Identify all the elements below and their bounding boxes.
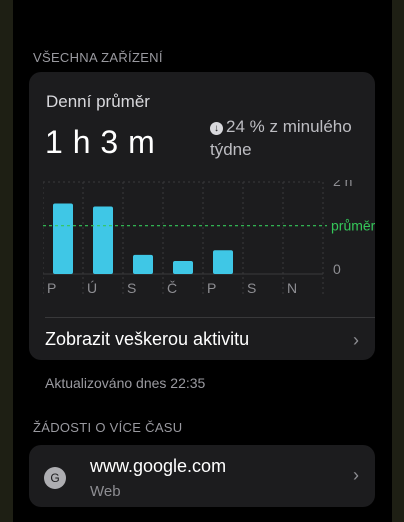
weekly-change-text: 24 % z minulého týdne: [210, 117, 352, 159]
x-tick-label: P: [47, 280, 56, 296]
updated-timestamp: Aktualizováno dnes 22:35: [45, 375, 206, 391]
request-subtitle: Web: [90, 483, 121, 500]
chevron-right-icon: ›: [353, 330, 359, 350]
y-tick-label-zero: 0: [333, 261, 341, 277]
left-edge: [0, 0, 13, 522]
request-title: www.google.com: [90, 456, 227, 476]
y-tick-label-top: 2 h: [333, 180, 352, 189]
x-tick-label: Č: [167, 280, 177, 296]
bar-2: [133, 254, 153, 274]
daily-average-label: Denní průměr: [46, 92, 150, 111]
x-tick-label: Ú: [87, 280, 97, 296]
usage-chart-svg: průměr 2 h 0 P Ú S Č P S N: [43, 180, 375, 296]
daily-average-value: 1 h 3 m: [45, 124, 156, 160]
bar-0: [53, 203, 73, 274]
bar-4: [213, 250, 233, 274]
average-label: průměr: [331, 218, 375, 234]
usage-chart[interactable]: průměr 2 h 0 P Ú S Č P S N: [43, 180, 375, 300]
bar-3: [173, 260, 193, 274]
x-tick-label: N: [287, 280, 297, 296]
x-tick-label: S: [127, 280, 136, 296]
section-header-all-devices: VŠECHNA ZAŘÍZENÍ: [33, 50, 163, 65]
section-header-requests: ŽÁDOSTI O VÍCE ČASU: [33, 420, 183, 435]
x-tick-label: P: [207, 280, 216, 296]
request-card[interactable]: G www.google.com Web ›: [29, 445, 375, 507]
arrow-down-circle-icon: ↓: [210, 122, 223, 135]
bar-1: [93, 206, 113, 274]
right-edge: [392, 0, 404, 522]
daily-average-card: Denní průměr 1 h 3 m ↓ 24 % z minulého tý…: [29, 72, 375, 360]
show-all-activity-label: Zobrazit veškerou aktivitu: [45, 329, 250, 349]
weekly-change: ↓ 24 % z minulého týdne: [210, 115, 370, 161]
screen-time-screen: VŠECHNA ZAŘÍZENÍ Denní průměr 1 h 3 m ↓ 2…: [13, 0, 392, 522]
x-tick-label: S: [247, 280, 256, 296]
chevron-right-icon: ›: [353, 465, 359, 485]
site-avatar-icon: G: [44, 467, 66, 489]
show-all-activity-row[interactable]: Zobrazit veškerou aktivitu ›: [29, 318, 375, 360]
